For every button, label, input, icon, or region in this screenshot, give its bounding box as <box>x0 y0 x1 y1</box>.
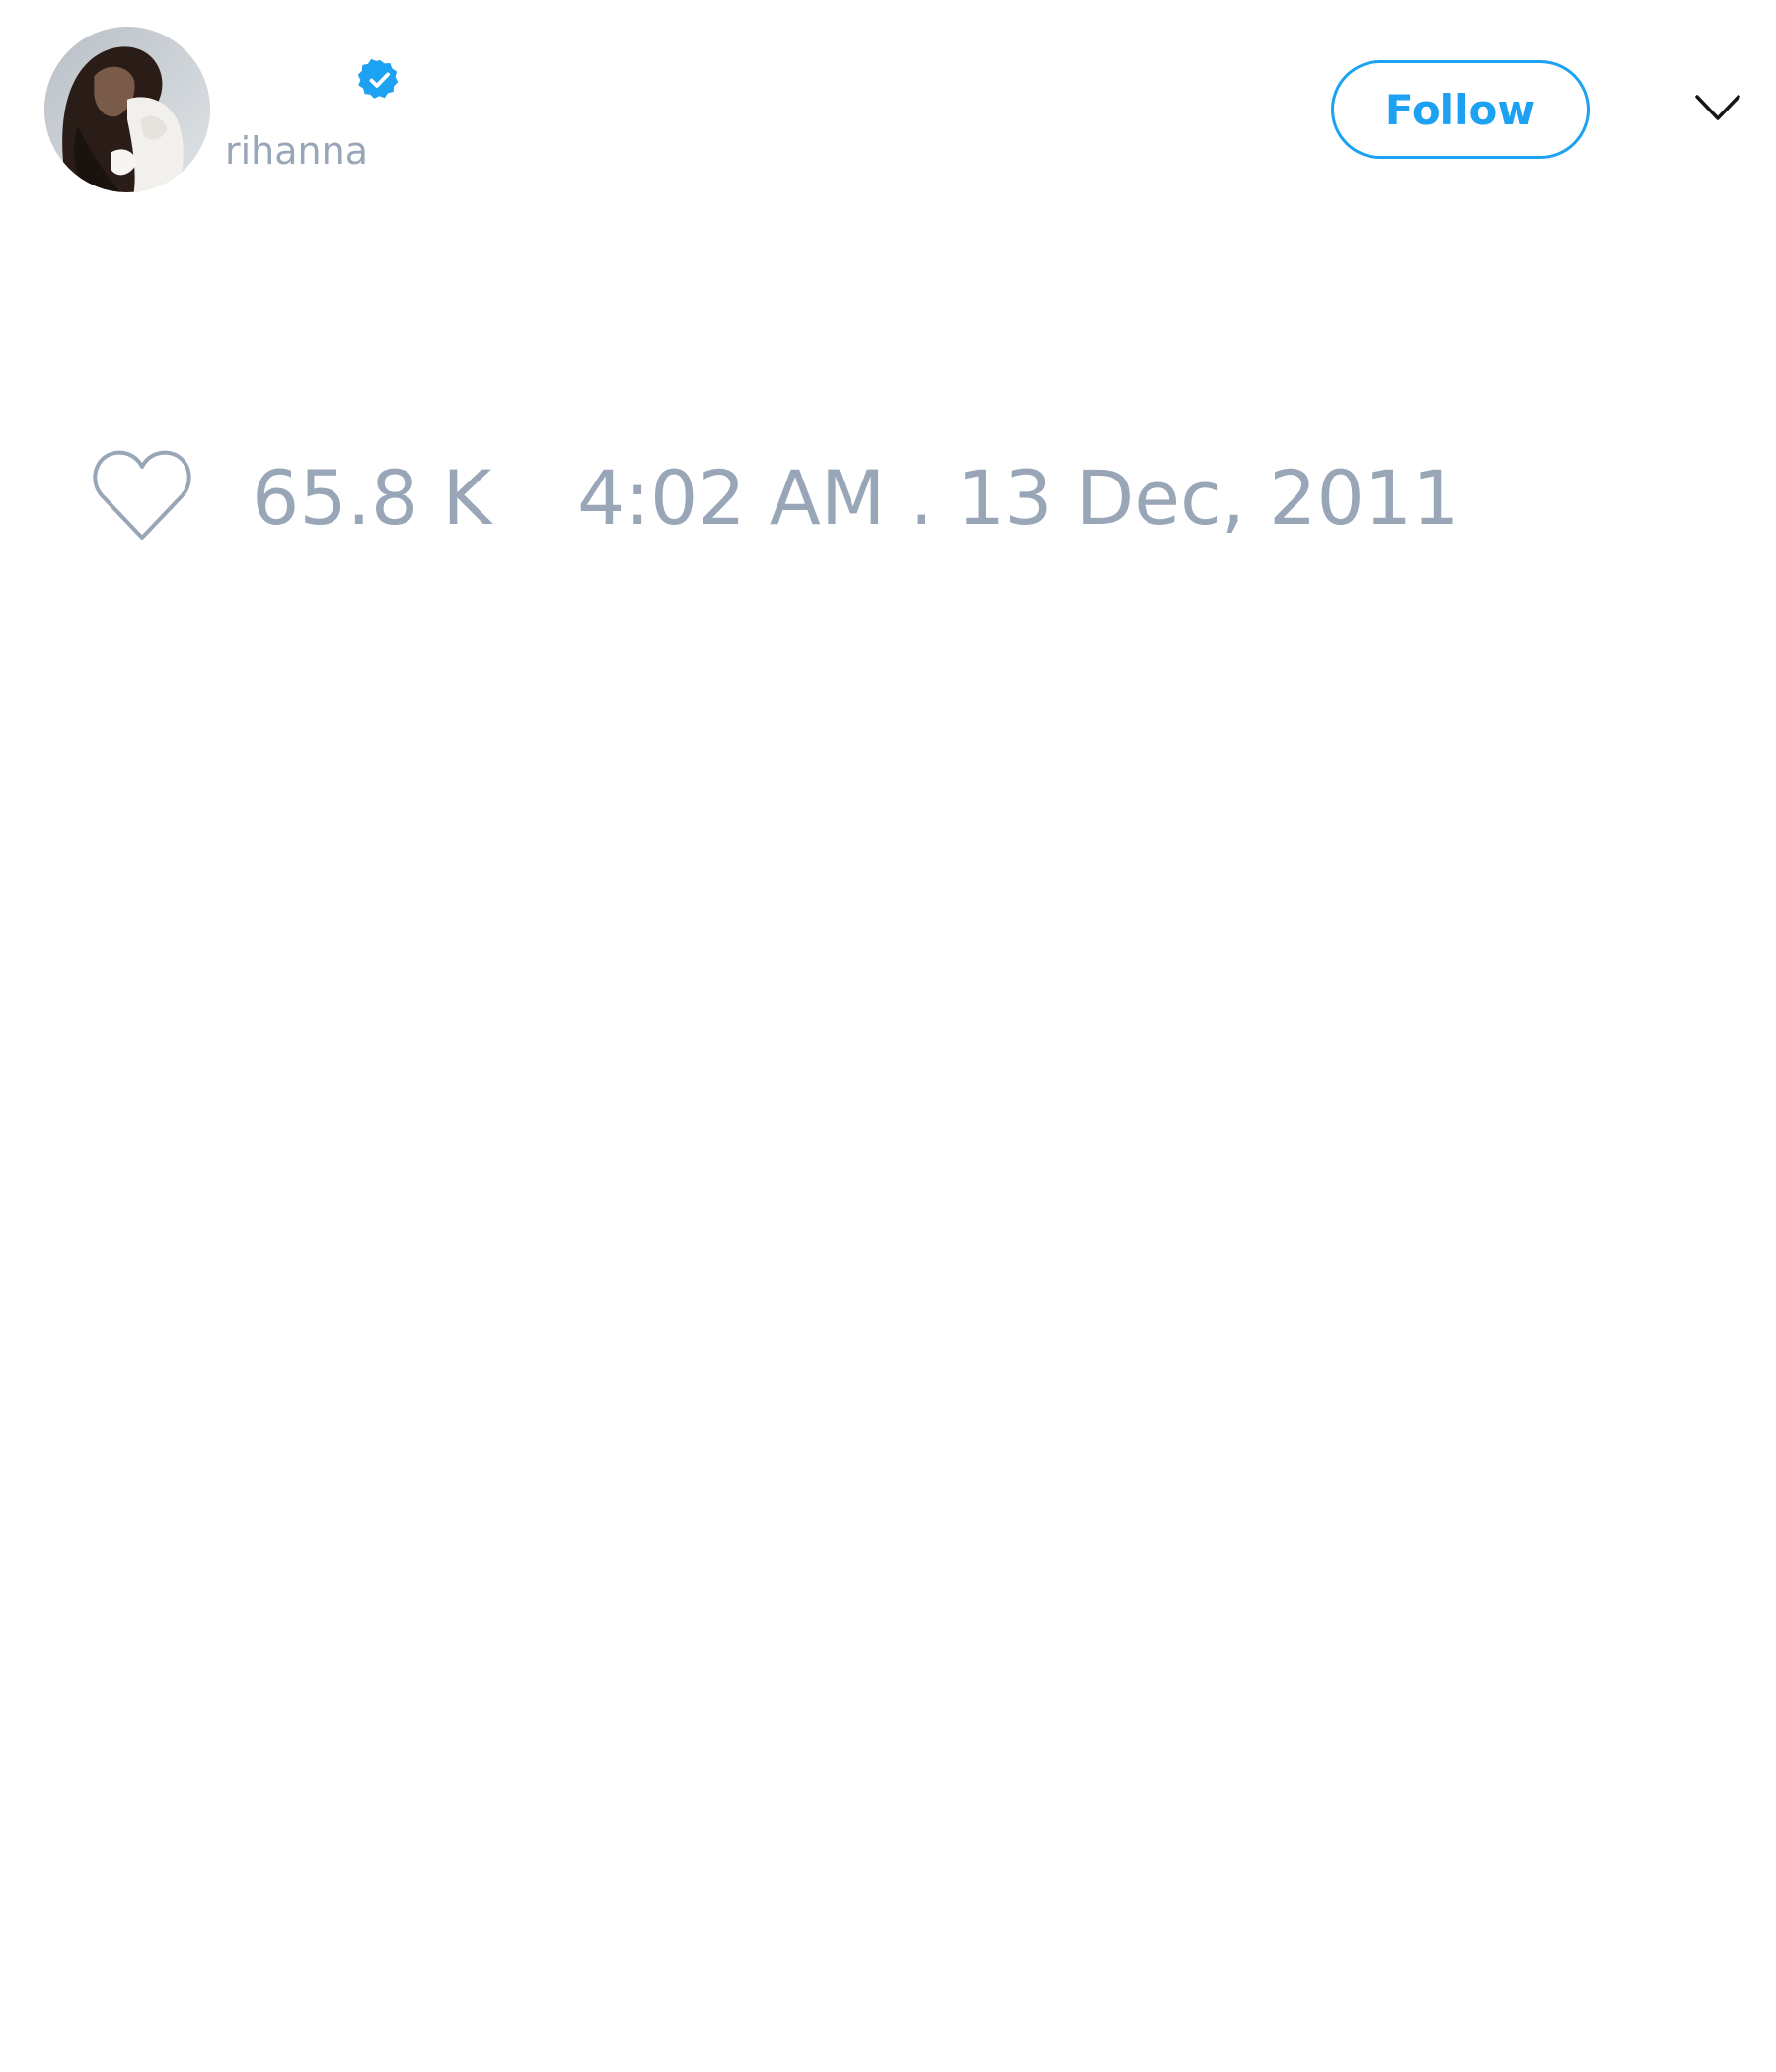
profile-photo <box>44 27 210 192</box>
avatar[interactable] <box>44 27 210 192</box>
heart-outline-icon[interactable] <box>89 447 195 546</box>
like-count: 65.8 K <box>252 454 492 542</box>
tweet-card: rihanna Follow 65.8 K 4:02 AM . 13 Dec, … <box>0 0 1776 2072</box>
verified-badge-icon <box>357 57 403 103</box>
follow-button[interactable]: Follow <box>1331 60 1590 159</box>
user-handle[interactable]: rihanna <box>225 125 368 177</box>
chevron-down-icon[interactable] <box>1692 89 1743 128</box>
tweet-timestamp[interactable]: 4:02 AM . 13 Dec, 2011 <box>577 454 1460 543</box>
